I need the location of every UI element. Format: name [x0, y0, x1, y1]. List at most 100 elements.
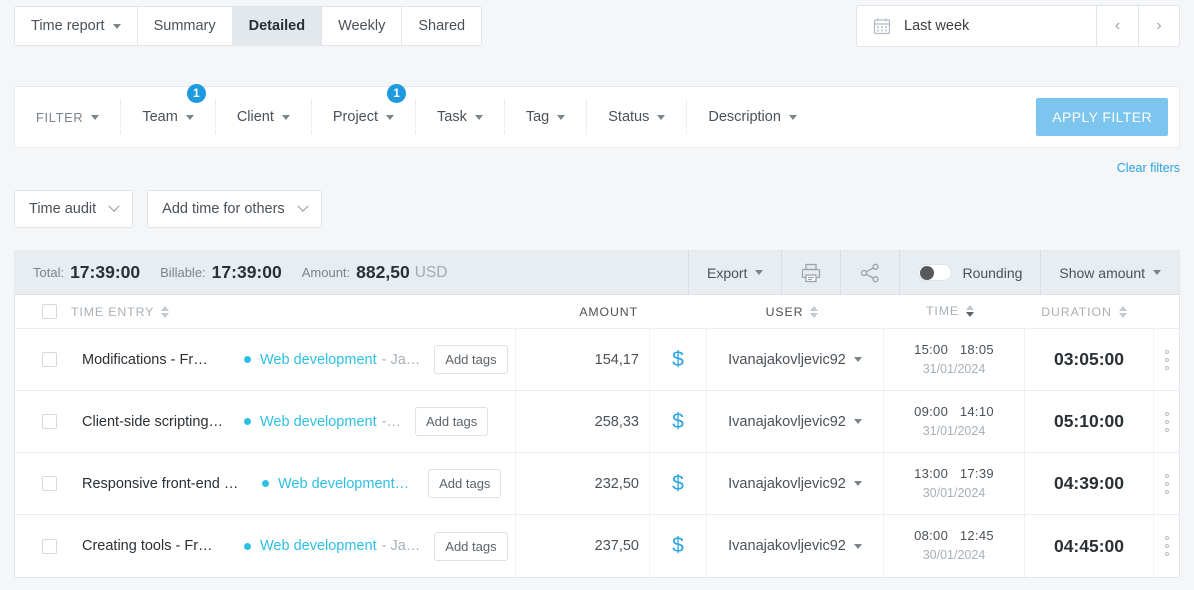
apply-filter-button[interactable]: APPLY FILTER	[1036, 98, 1168, 136]
column-duration[interactable]: DURATION	[1020, 305, 1148, 319]
filter-dropdown-filter[interactable]: FILTER	[15, 100, 121, 134]
entry-user[interactable]: Ivanajakovljevic92	[707, 538, 883, 554]
client-name: - Ja…	[382, 538, 421, 554]
entry-time-range: 13:00 17:39	[884, 464, 1024, 484]
rounding-toggle[interactable]: Rounding	[899, 251, 1040, 294]
table-row[interactable]: Modifications - Fr… Web development - Ja…	[15, 329, 1179, 391]
chevron-right-icon: ›	[1156, 17, 1161, 35]
entry-duration[interactable]: 03:05:00	[1025, 349, 1153, 370]
entry-time-range: 09:00 14:10	[884, 402, 1024, 422]
more-options-icon[interactable]	[1165, 412, 1169, 432]
entry-user[interactable]: Ivanajakovljevic92	[707, 414, 883, 430]
chevron-down-icon	[557, 115, 565, 120]
entry-time[interactable]: 13:00 17:39 30/01/2024	[884, 464, 1024, 504]
tab-summary[interactable]: Summary	[137, 6, 232, 46]
filter-dropdown-tag-label: Tag	[526, 109, 549, 125]
column-time[interactable]: TIME	[880, 302, 1020, 321]
row-actions[interactable]	[1154, 536, 1179, 556]
action-row: Time audit Add time for others	[14, 190, 322, 228]
row-checkbox[interactable]	[42, 539, 57, 554]
entry-amount[interactable]: 237,50	[516, 538, 649, 554]
next-period-button[interactable]: ›	[1138, 5, 1180, 47]
chevron-down-icon	[113, 24, 121, 29]
filter-dropdown-description[interactable]: Description	[687, 100, 818, 134]
tab-weekly[interactable]: Weekly	[321, 6, 401, 46]
tab-detailed[interactable]: Detailed	[232, 6, 321, 46]
show-amount-label: Show amount	[1059, 265, 1145, 281]
entry-time[interactable]: 09:00 14:10 31/01/2024	[884, 402, 1024, 442]
entry-amount[interactable]: 258,33	[516, 414, 649, 430]
more-options-icon[interactable]	[1165, 474, 1169, 494]
export-dropdown[interactable]: Export	[688, 251, 781, 294]
select-all-checkbox[interactable]	[42, 304, 57, 319]
clear-filters-link[interactable]: Clear filters	[1117, 161, 1180, 175]
filter-dropdown-project[interactable]: Project 1	[312, 100, 416, 134]
row-actions[interactable]	[1154, 412, 1179, 432]
filter-dropdown-tag[interactable]: Tag	[505, 100, 587, 134]
tab-summary-label: Summary	[154, 18, 216, 34]
entry-description[interactable]: Responsive front-end d…	[82, 476, 242, 492]
entry-duration[interactable]: 04:45:00	[1025, 536, 1153, 557]
dollar-icon[interactable]: $	[650, 348, 706, 372]
add-tags-button[interactable]: Add tags	[434, 345, 507, 374]
add-tags-button[interactable]: Add tags	[428, 469, 501, 498]
entry-description[interactable]: Creating tools - Fr…	[82, 538, 224, 554]
add-tags-button[interactable]: Add tags	[415, 407, 488, 436]
time-audit-button[interactable]: Time audit	[14, 190, 133, 228]
more-options-icon[interactable]	[1165, 536, 1169, 556]
rounding-switch[interactable]	[918, 264, 952, 281]
date-range-button[interactable]: Last week	[856, 5, 1096, 47]
show-amount-dropdown[interactable]: Show amount	[1040, 251, 1179, 294]
tab-shared[interactable]: Shared	[401, 6, 482, 46]
add-time-for-others-label: Add time for others	[162, 201, 285, 217]
row-entry-cell: Responsive front-end d… Web development……	[15, 469, 515, 498]
filter-dropdown-team[interactable]: Team 1	[121, 100, 215, 134]
entry-duration[interactable]: 05:10:00	[1025, 411, 1153, 432]
client-name: - Ja…	[382, 352, 421, 368]
filter-dropdown-status[interactable]: Status	[587, 100, 687, 134]
dollar-icon[interactable]: $	[650, 410, 706, 434]
add-tags-button[interactable]: Add tags	[434, 532, 507, 561]
table-row[interactable]: Responsive front-end d… Web development……	[15, 453, 1179, 515]
dollar-icon[interactable]: $	[650, 534, 706, 558]
dollar-icon[interactable]: $	[650, 472, 706, 496]
entry-description[interactable]: Modifications - Fr…	[82, 352, 224, 368]
table-row[interactable]: Creating tools - Fr… Web development - J…	[15, 515, 1179, 577]
chevron-down-icon	[854, 481, 862, 486]
print-button[interactable]	[781, 251, 840, 294]
entry-time[interactable]: 08:00 12:45 30/01/2024	[884, 526, 1024, 566]
project-name: Web development	[260, 352, 377, 368]
entry-description[interactable]: Client-side scripting…	[82, 414, 224, 430]
row-checkbox[interactable]	[42, 352, 57, 367]
column-time-entry-label: TIME ENTRY	[71, 305, 154, 319]
column-user[interactable]: USER	[704, 305, 880, 319]
row-actions[interactable]	[1154, 474, 1179, 494]
table-row[interactable]: Client-side scripting… Web development -…	[15, 391, 1179, 453]
column-amount[interactable]: AMOUNT	[515, 305, 648, 319]
project-client[interactable]: Web development -…	[260, 414, 401, 430]
add-time-for-others-button[interactable]: Add time for others	[147, 190, 322, 228]
entry-amount[interactable]: 154,17	[516, 352, 649, 368]
chevron-down-icon	[755, 270, 763, 275]
row-actions[interactable]	[1154, 350, 1179, 370]
more-options-icon[interactable]	[1165, 350, 1169, 370]
project-client[interactable]: Web development…	[278, 476, 414, 492]
project-client[interactable]: Web development - Ja…	[260, 352, 420, 368]
row-checkbox[interactable]	[42, 414, 57, 429]
filter-dropdown-task[interactable]: Task	[416, 100, 505, 134]
project-client[interactable]: Web development - Ja…	[260, 538, 420, 554]
entry-time[interactable]: 15:00 18:05 31/01/2024	[884, 340, 1024, 380]
date-range-label: Last week	[904, 18, 969, 34]
entry-user[interactable]: Ivanajakovljevic92	[707, 352, 883, 368]
row-checkbox[interactable]	[42, 476, 57, 491]
share-button[interactable]	[840, 251, 899, 294]
prev-period-button[interactable]: ‹	[1096, 5, 1138, 47]
filter-dropdown-project-label: Project	[333, 109, 378, 125]
tab-time-report[interactable]: Time report	[14, 6, 137, 46]
entry-user[interactable]: Ivanajakovljevic92	[707, 476, 883, 492]
filter-dropdown-client[interactable]: Client	[216, 100, 312, 134]
column-time-entry[interactable]: TIME ENTRY	[15, 304, 515, 319]
entry-amount[interactable]: 232,50	[516, 476, 649, 492]
billable-label: Billable:	[160, 265, 206, 280]
entry-duration[interactable]: 04:39:00	[1025, 473, 1153, 494]
